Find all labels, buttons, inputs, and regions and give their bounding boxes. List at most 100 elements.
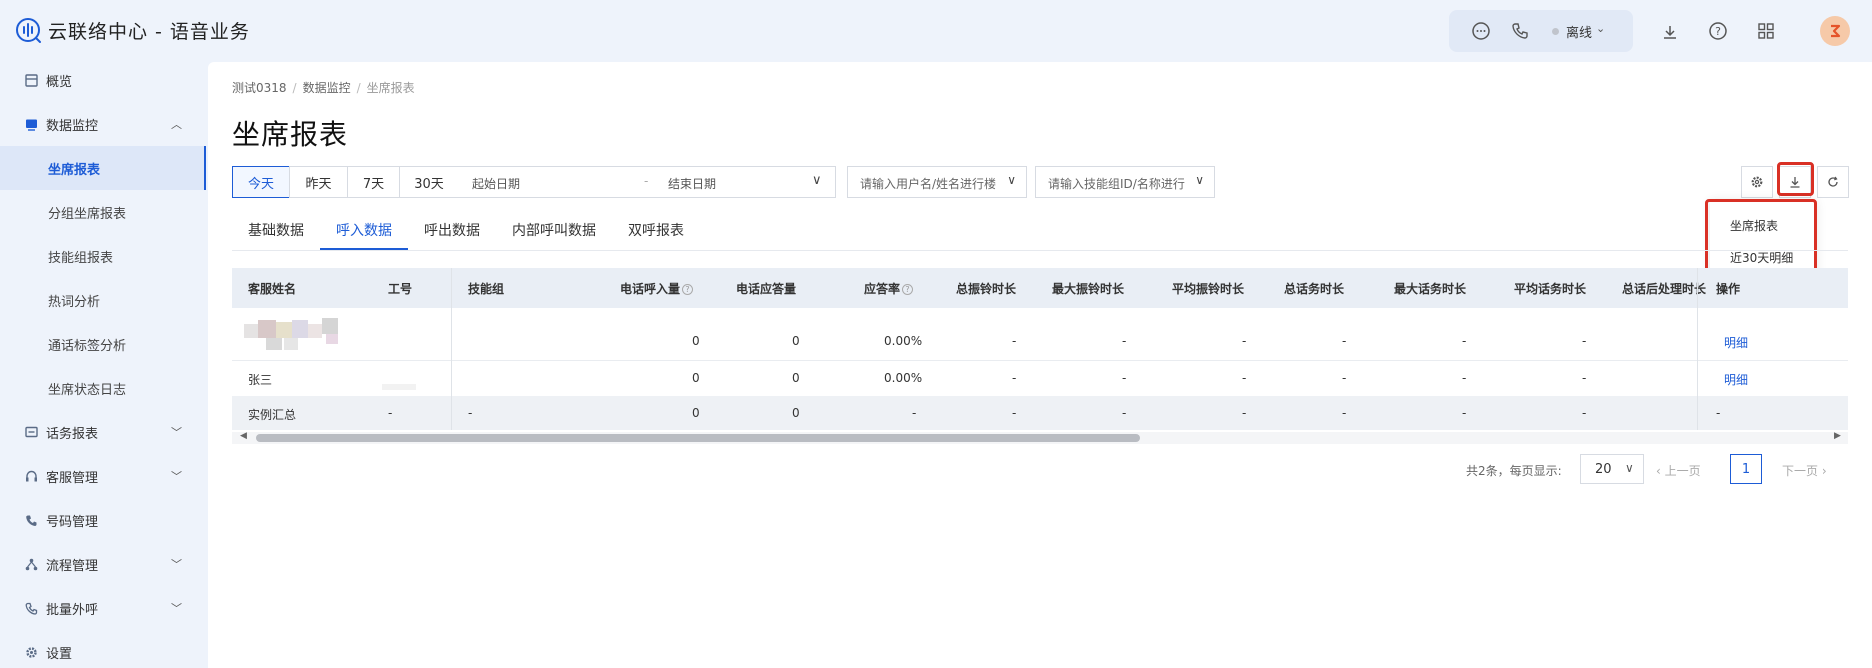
detail-link[interactable]: 明细 bbox=[1724, 334, 1748, 351]
prev-page-button[interactable]: ‹ 上一页 bbox=[1656, 462, 1701, 479]
date-today-button[interactable]: 今天 bbox=[232, 166, 290, 198]
cell-calls-in: 0 bbox=[692, 371, 700, 385]
sidebar-subitem-status-log[interactable]: 坐席状态日志 bbox=[0, 366, 206, 410]
page-number-current[interactable]: 1 bbox=[1730, 454, 1762, 484]
breadcrumb-item[interactable]: 数据监控 bbox=[303, 81, 351, 95]
user-search-placeholder: 请输入用户名/姓名进行楼 bbox=[860, 177, 997, 191]
sidebar-item-label: 概览 bbox=[46, 74, 73, 90]
end-date-input[interactable]: 结束日期 bbox=[668, 175, 716, 192]
breadcrumb: 测试0318/数据监控 / 坐席报表 bbox=[232, 81, 415, 95]
chevron-down-icon: ∨ bbox=[1195, 173, 1204, 187]
sidebar-subitem-group-agent-report[interactable]: 分组坐席报表 bbox=[0, 190, 206, 234]
app-title: 云联络中心 - 语音业务 bbox=[48, 21, 250, 43]
date-yesterday-button[interactable]: 昨天 bbox=[289, 166, 348, 198]
download-icon[interactable] bbox=[1658, 20, 1682, 44]
redacted-name-block bbox=[244, 316, 338, 352]
user-search-select[interactable]: 请输入用户名/姓名进行楼 ∨ bbox=[847, 166, 1027, 198]
cell-summary-action: - bbox=[1716, 406, 1721, 420]
page-size-select[interactable]: 20 ∨ bbox=[1580, 454, 1644, 484]
chevron-down-icon: ﹀ bbox=[171, 470, 182, 483]
page-size-value: 20 bbox=[1595, 462, 1612, 477]
help-icon[interactable]: ? bbox=[1706, 19, 1730, 43]
sidebar-subitem-agent-report[interactable]: 坐席报表 bbox=[0, 146, 206, 190]
fixed-column-divider bbox=[451, 268, 452, 430]
status-dot bbox=[1552, 28, 1559, 35]
column-header: 电话呼入量? bbox=[620, 280, 694, 297]
next-page-button[interactable]: 下一页 › bbox=[1782, 462, 1827, 479]
monitor-icon bbox=[24, 117, 38, 131]
cell-total-talk: - bbox=[1342, 334, 1347, 348]
chevron-down-icon: ∨ bbox=[1625, 461, 1634, 475]
cell-summary-avg-talk: - bbox=[1582, 406, 1587, 420]
sidebar-item-traffic-report[interactable]: 话务报表 ﹀ bbox=[0, 410, 206, 454]
avatar[interactable] bbox=[1820, 16, 1850, 46]
refresh-icon bbox=[1828, 176, 1838, 187]
sidebar-item-label: 流程管理 bbox=[46, 558, 99, 574]
chevron-down-icon: ﹀ bbox=[171, 602, 182, 615]
cell-summary-id: - bbox=[388, 406, 393, 420]
skill-group-select[interactable]: 请输入技能组ID/名称进行 ∨ bbox=[1035, 166, 1215, 198]
column-header: 工号 bbox=[388, 282, 413, 296]
tabs-divider bbox=[232, 250, 1848, 251]
sidebar-item-overview[interactable]: 概览 bbox=[0, 58, 206, 102]
column-header: 平均话务时长 bbox=[1514, 282, 1587, 296]
cell-avg-ring: - bbox=[1242, 371, 1247, 385]
sidebar-subitem-hotword[interactable]: 热词分析 bbox=[0, 278, 206, 322]
active-tab-indicator bbox=[320, 248, 408, 250]
tab-basic-data[interactable]: 基础数据 bbox=[248, 220, 304, 240]
refresh-button[interactable] bbox=[1817, 166, 1849, 198]
scrollbar-thumb[interactable] bbox=[256, 434, 1140, 442]
sidebar-item-monitor[interactable]: 数据监控 ︿ bbox=[0, 102, 206, 146]
cell-summary-skill: - bbox=[468, 406, 473, 420]
date-30days-button[interactable]: 30天 bbox=[399, 166, 459, 198]
chat-icon[interactable] bbox=[1469, 19, 1493, 43]
scroll-right-icon[interactable]: ▶ bbox=[1834, 431, 1841, 441]
cell-max-talk: - bbox=[1462, 371, 1467, 385]
agent-status[interactable]: 离线 bbox=[1566, 22, 1592, 41]
tab-outbound-data[interactable]: 呼出数据 bbox=[424, 220, 480, 240]
cell-summary-name: 实例汇总 bbox=[248, 408, 297, 422]
chevron-down-icon: ﹀ bbox=[171, 426, 182, 439]
cell-total-talk: - bbox=[1342, 371, 1347, 385]
page-title: 坐席报表 bbox=[232, 118, 349, 151]
date-7days-button[interactable]: 7天 bbox=[347, 166, 400, 198]
tab-inbound-data[interactable]: 呼入数据 bbox=[336, 220, 392, 240]
date-range-picker[interactable]: 起始日期 - 结束日期 ∨ bbox=[458, 166, 836, 198]
cell-avg-ring: - bbox=[1242, 334, 1247, 348]
sidebar-item-settings[interactable]: 设置 bbox=[0, 630, 206, 668]
next-page-label: 下一页 bbox=[1782, 464, 1819, 478]
column-header: 平均振铃时长 bbox=[1172, 282, 1245, 296]
sidebar-item-number-mgmt[interactable]: 号码管理 bbox=[0, 498, 206, 542]
detail-link[interactable]: 明细 bbox=[1724, 371, 1748, 388]
settings-button[interactable] bbox=[1741, 166, 1773, 198]
cell-total-ring: - bbox=[1012, 371, 1017, 385]
sidebar-subitem-call-tags[interactable]: 通话标签分析 bbox=[0, 322, 206, 366]
tab-internal-call-data[interactable]: 内部呼叫数据 bbox=[512, 220, 596, 240]
pagination-total: 共2条，每页显示: bbox=[1466, 464, 1562, 478]
sidebar-item-batch-outbound[interactable]: 批量外呼 ﹀ bbox=[0, 586, 206, 630]
column-header: 最大振铃时长 bbox=[1052, 282, 1125, 296]
sidebar-subitem-skill-report[interactable]: 技能组报表 bbox=[0, 234, 206, 278]
sidebar-item-agent-mgmt[interactable]: 客服管理 ﹀ bbox=[0, 454, 206, 498]
tab-dual-call-report[interactable]: 双呼报表 bbox=[628, 220, 684, 240]
cell-summary-rate: - bbox=[912, 406, 917, 420]
headset-icon bbox=[24, 469, 38, 483]
phone-icon[interactable] bbox=[1508, 19, 1532, 43]
column-header: 总振铃时长 bbox=[956, 282, 1017, 296]
summary-row bbox=[232, 396, 1848, 430]
svg-text:?: ? bbox=[1715, 25, 1721, 38]
chevron-down-icon[interactable]: ⌄ bbox=[1596, 22, 1605, 35]
sidebar-item-label: 批量外呼 bbox=[46, 602, 99, 618]
column-header: 客服姓名 bbox=[248, 282, 297, 296]
sidebar-item-flow-mgmt[interactable]: 流程管理 ﹀ bbox=[0, 542, 206, 586]
breadcrumb-item[interactable]: 测试0318 bbox=[232, 81, 287, 95]
help-icon[interactable]: ? bbox=[902, 284, 914, 295]
column-header: 应答率? bbox=[864, 280, 914, 297]
grid-icon[interactable] bbox=[1754, 19, 1778, 43]
start-date-input[interactable]: 起始日期 bbox=[472, 175, 520, 192]
export-button-highlight bbox=[1777, 162, 1814, 196]
settings-icon bbox=[24, 645, 38, 659]
cell-total-ring: - bbox=[1012, 334, 1017, 348]
help-icon[interactable]: ? bbox=[682, 284, 694, 295]
scroll-left-icon[interactable]: ◀ bbox=[240, 431, 247, 441]
